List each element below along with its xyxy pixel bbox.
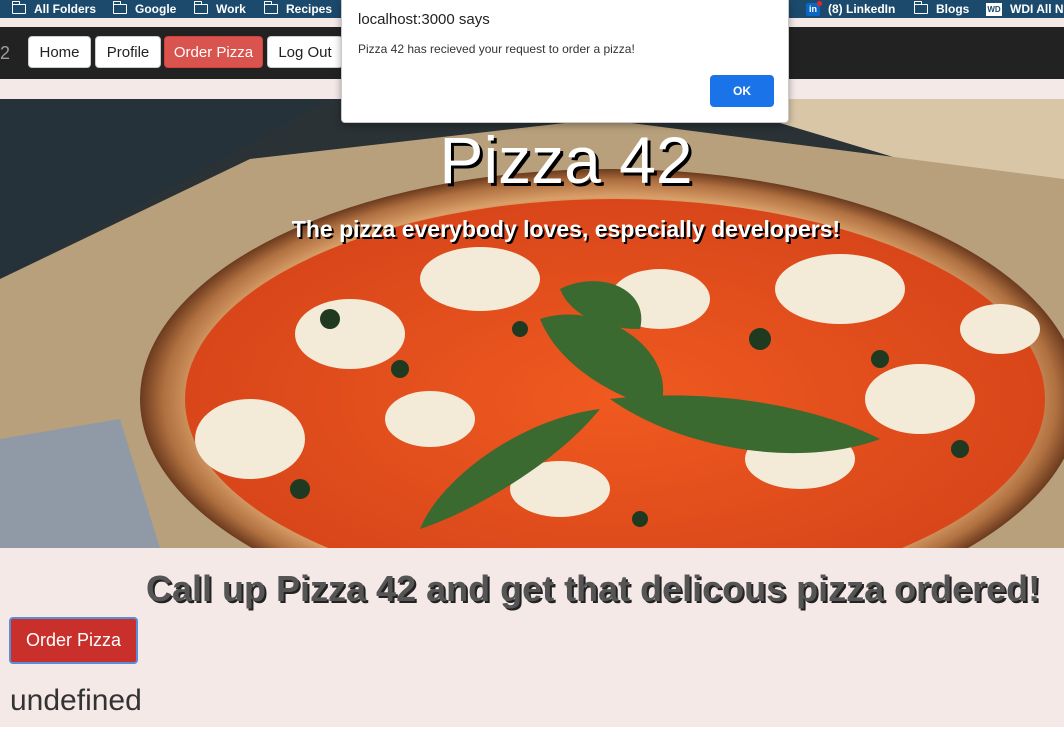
- logout-button[interactable]: Log Out: [267, 36, 343, 68]
- navbar-brand[interactable]: 2: [0, 43, 10, 64]
- bookmark-blogs[interactable]: Blogs: [913, 1, 970, 16]
- dialog-ok-button[interactable]: OK: [710, 75, 774, 107]
- order-cta-heading: Call up Pizza 42 and get that delicous p…: [146, 568, 1041, 609]
- bookmark-wdi[interactable]: WD WDI All No: [986, 2, 1064, 16]
- nav-order-pizza-button[interactable]: Order Pizza: [164, 36, 263, 68]
- page-bottom: [0, 727, 1064, 742]
- hero-title: Pizza 42: [439, 123, 693, 197]
- folder-icon: [112, 1, 127, 14]
- bookmark-label: WDI All No: [1010, 2, 1064, 16]
- bookmark-linkedin[interactable]: in (8) LinkedIn: [806, 0, 896, 16]
- profile-button[interactable]: Profile: [95, 36, 161, 68]
- folder-icon: [11, 1, 26, 14]
- folder-icon: [263, 1, 278, 14]
- bookmark-work[interactable]: Work: [193, 1, 246, 16]
- bookmark-label: Work: [216, 2, 246, 16]
- bookmark-recipes[interactable]: Recipes: [263, 1, 333, 16]
- bookmark-all-folders[interactable]: All Folders: [11, 1, 97, 16]
- bookmark-label: (8) LinkedIn: [828, 2, 896, 16]
- linkedin-icon: in: [806, 0, 822, 16]
- bookmark-label: Google: [135, 2, 177, 16]
- bookmark-label: All Folders: [34, 2, 97, 16]
- bookmark-label: Blogs: [936, 2, 970, 16]
- bookmark-google[interactable]: Google: [112, 1, 177, 16]
- alert-dialog: localhost:3000 says Pizza 42 has recieve…: [341, 0, 789, 123]
- wdi-icon: WD: [986, 2, 1002, 16]
- bookmark-label: Recipes: [286, 2, 333, 16]
- dialog-message: Pizza 42 has recieved your request to or…: [358, 42, 635, 56]
- home-button[interactable]: Home: [28, 36, 91, 68]
- folder-icon: [913, 1, 928, 14]
- folder-icon: [193, 1, 208, 14]
- order-result-text: undefined: [10, 684, 142, 717]
- order-pizza-button[interactable]: Order Pizza: [9, 617, 138, 664]
- hero-subtitle: The pizza everybody loves, especially de…: [291, 216, 841, 242]
- dialog-title: localhost:3000 says: [358, 11, 490, 28]
